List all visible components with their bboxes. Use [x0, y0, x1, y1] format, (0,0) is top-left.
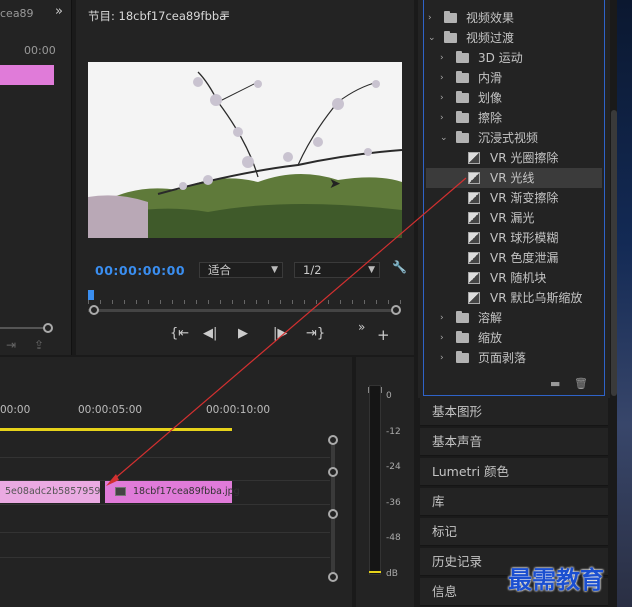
annotation-arrow: [106, 177, 467, 486]
watermark: 最需教育: [508, 565, 604, 594]
